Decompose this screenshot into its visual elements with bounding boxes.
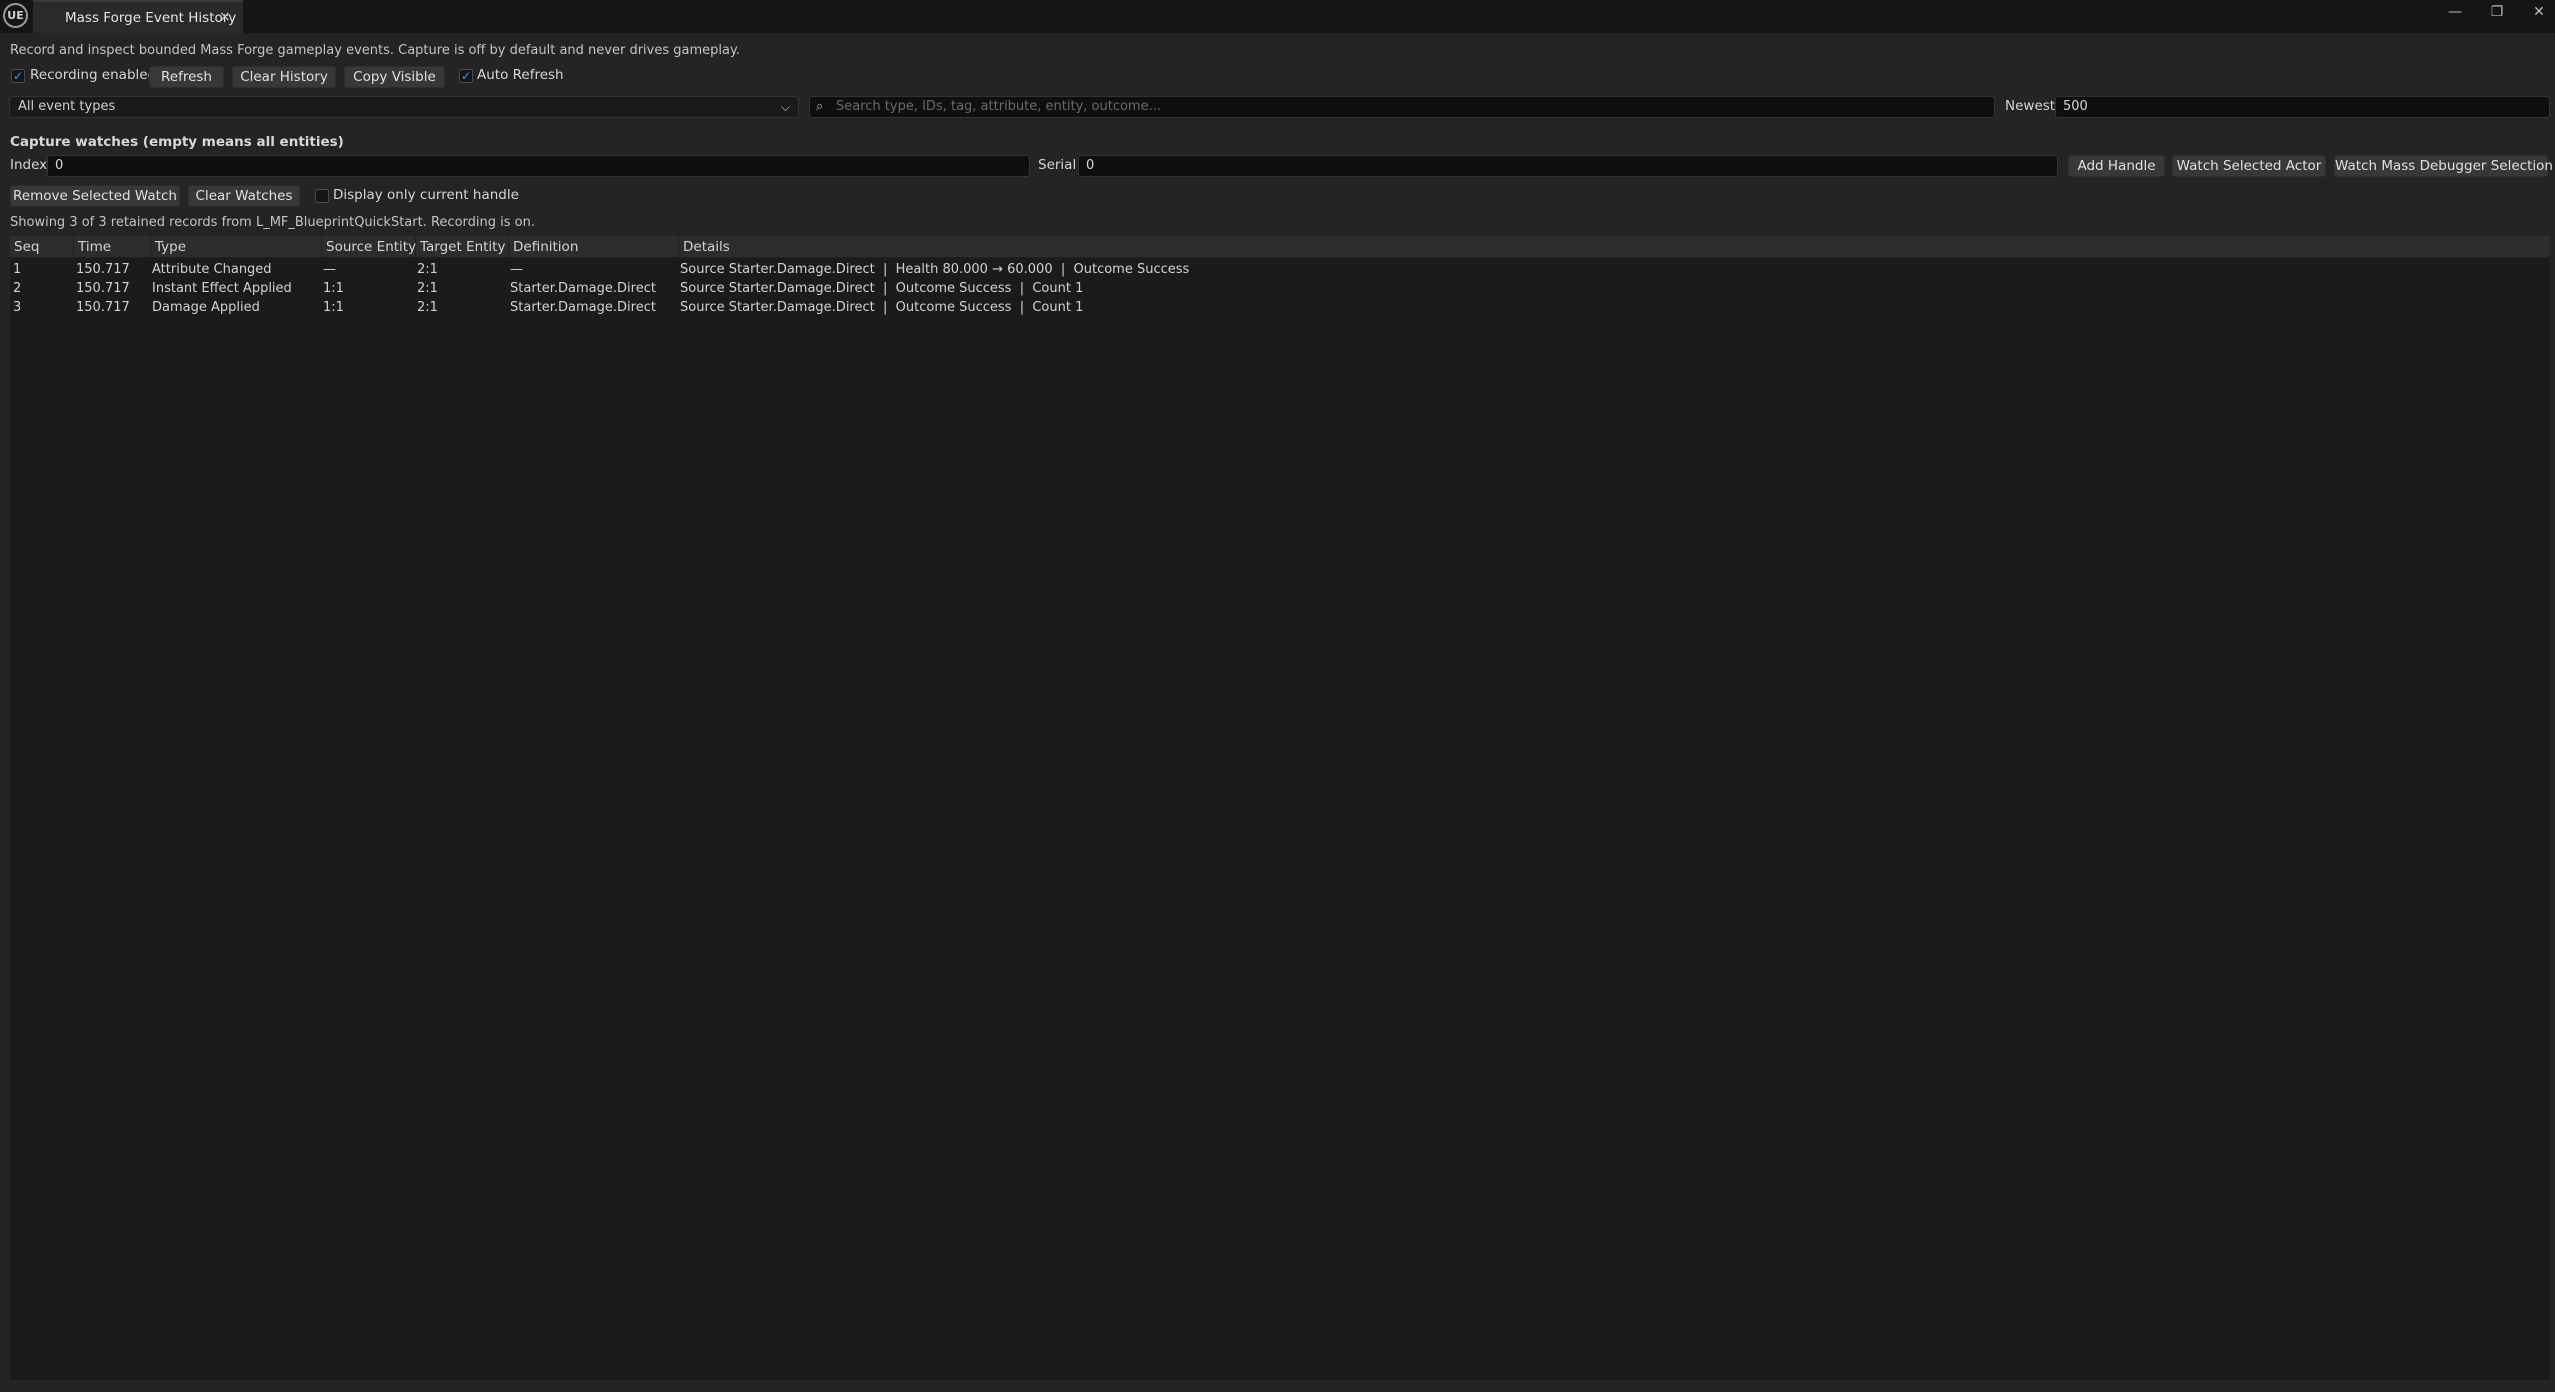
title-bar: UE Mass Forge Event History × — ❐ ✕ <box>0 0 2555 33</box>
newest-label: Newest <box>2005 98 2056 114</box>
tab-mass-forge-event-history[interactable]: Mass Forge Event History × <box>33 0 243 33</box>
table-header: Seq Time Type Source Entity Target Entit… <box>10 236 2550 258</box>
event-history-table: Seq Time Type Source Entity Target Entit… <box>10 236 2550 1380</box>
cell-seq: 1 <box>13 262 22 277</box>
capture-watches-title: Capture watches (empty means all entitie… <box>10 134 344 150</box>
event-type-dropdown[interactable]: All event types ⌵ <box>9 96 799 118</box>
index-label: Index <box>10 157 48 173</box>
table-row[interactable]: 3 150.717 Damage Applied 1:1 2:1 Starter… <box>10 298 2550 317</box>
cell-time: 150.717 <box>76 281 130 296</box>
tab-title: Mass Forge Event History <box>65 10 237 26</box>
display-only-current-handle-checkbox[interactable] <box>315 189 329 203</box>
cell-target-entity: 2:1 <box>417 300 438 315</box>
status-text: Showing 3 of 3 retained records from L_M… <box>10 215 535 230</box>
cell-type: Damage Applied <box>152 300 260 315</box>
minimize-icon[interactable]: — <box>2440 2 2470 22</box>
column-header-target-entity[interactable]: Target Entity <box>416 236 509 258</box>
column-header-details[interactable]: Details <box>679 236 2550 258</box>
restore-icon[interactable]: ❐ <box>2482 2 2512 22</box>
cell-definition: — <box>510 262 523 277</box>
recording-enabled-checkbox[interactable]: ✓ <box>11 69 25 83</box>
unreal-logo-icon[interactable]: UE <box>3 3 28 28</box>
watch-selected-actor-button[interactable]: Watch Selected Actor <box>2172 155 2326 177</box>
add-handle-button[interactable]: Add Handle <box>2068 155 2165 177</box>
cell-details: Source Starter.Damage.Direct | Outcome S… <box>680 300 1084 315</box>
table-row[interactable]: 1 150.717 Attribute Changed — 2:1 — Sour… <box>10 260 2550 279</box>
search-icon: ⌕ <box>816 99 824 114</box>
display-only-current-handle-label: Display only current handle <box>333 187 519 203</box>
checkmark-icon: ✓ <box>460 69 472 83</box>
auto-refresh-checkbox[interactable]: ✓ <box>459 69 473 83</box>
serial-field[interactable]: 0 <box>1078 155 2058 177</box>
serial-label: Serial <box>1038 157 1077 173</box>
table-row[interactable]: 2 150.717 Instant Effect Applied 1:1 2:1… <box>10 279 2550 298</box>
column-header-type[interactable]: Type <box>151 236 322 258</box>
cell-time: 150.717 <box>76 300 130 315</box>
copy-visible-button[interactable]: Copy Visible <box>344 66 445 88</box>
close-tab-icon[interactable]: × <box>219 9 231 25</box>
remove-selected-watch-button[interactable]: Remove Selected Watch <box>10 185 180 207</box>
cell-seq: 2 <box>13 281 22 296</box>
cell-definition: Starter.Damage.Direct <box>510 281 656 296</box>
cell-seq: 3 <box>13 300 22 315</box>
cell-details: Source Starter.Damage.Direct | Health 80… <box>680 262 1190 277</box>
cell-definition: Starter.Damage.Direct <box>510 300 656 315</box>
close-window-icon[interactable]: ✕ <box>2524 2 2554 22</box>
clear-watches-button[interactable]: Clear Watches <box>188 185 300 207</box>
column-header-seq[interactable]: Seq <box>10 236 74 258</box>
search-input[interactable]: ⌕ Search type, IDs, tag, attribute, enti… <box>809 96 1995 118</box>
cell-type: Attribute Changed <box>152 262 272 277</box>
cell-type: Instant Effect Applied <box>152 281 292 296</box>
newest-count-field[interactable]: 500 <box>2055 96 2550 118</box>
clear-history-button[interactable]: Clear History <box>232 66 336 88</box>
chevron-down-icon: ⌵ <box>780 100 790 114</box>
cell-target-entity: 2:1 <box>417 281 438 296</box>
watch-mass-debugger-selection-button[interactable]: Watch Mass Debugger Selection <box>2334 155 2553 177</box>
refresh-button[interactable]: Refresh <box>149 66 224 88</box>
cell-time: 150.717 <box>76 262 130 277</box>
index-field[interactable]: 0 <box>47 155 1030 177</box>
recording-enabled-label: Recording enabled <box>30 67 157 83</box>
main-panel: Record and inspect bounded Mass Forge ga… <box>0 33 2555 1392</box>
cell-details: Source Starter.Damage.Direct | Outcome S… <box>680 281 1084 296</box>
search-placeholder: Search type, IDs, tag, attribute, entity… <box>836 99 1161 114</box>
checkmark-icon: ✓ <box>12 69 24 83</box>
cell-source-entity: — <box>323 262 336 277</box>
panel-description: Record and inspect bounded Mass Forge ga… <box>10 43 740 58</box>
event-type-selected: All event types <box>18 99 116 114</box>
cell-source-entity: 1:1 <box>323 300 344 315</box>
cell-source-entity: 1:1 <box>323 281 344 296</box>
auto-refresh-label: Auto Refresh <box>477 67 564 83</box>
column-header-definition[interactable]: Definition <box>509 236 679 258</box>
cell-target-entity: 2:1 <box>417 262 438 277</box>
column-header-source-entity[interactable]: Source Entity <box>322 236 416 258</box>
column-header-time[interactable]: Time <box>74 236 151 258</box>
